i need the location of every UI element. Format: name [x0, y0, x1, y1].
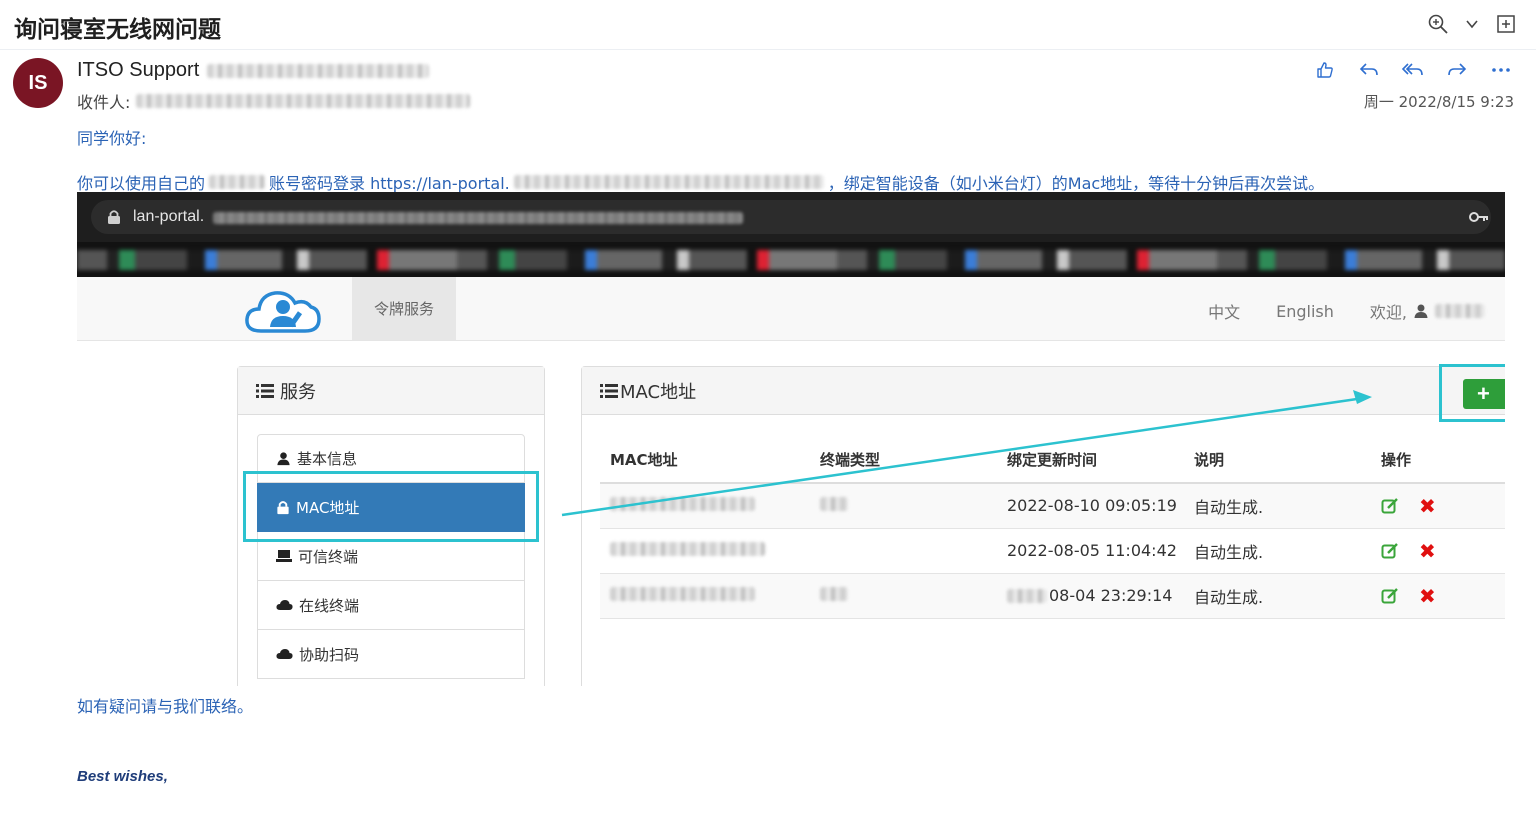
- avatar[interactable]: IS: [13, 58, 63, 108]
- col-header: 绑定更新时间: [997, 437, 1184, 484]
- table-row: 08-04 23:29:14 自动生成. ✖: [600, 573, 1505, 619]
- service-item-label: 在线终端: [299, 596, 360, 615]
- bookmarks-bar-redacted: [77, 242, 1505, 277]
- row-time: 08-04 23:29:14: [1049, 586, 1173, 605]
- email-date: 周一 2022/8/15 9:23: [1363, 93, 1514, 111]
- subject-bar: 询问寝室无线网问题: [0, 0, 1536, 50]
- email-subject: 询问寝室无线网问题: [14, 17, 221, 43]
- zoom-icon[interactable]: [1426, 12, 1450, 36]
- mac-panel-header: MAC地址: [582, 367, 1505, 415]
- para-part3: ，绑定智能设备（如小米台灯）的Mac地址，等待十分钟后再次尝试。: [827, 174, 1325, 193]
- key-icon: [1469, 212, 1488, 222]
- contact-text: 如有疑问请与我们联络。: [77, 697, 254, 716]
- to-label: 收件人:: [77, 93, 131, 112]
- message-actions: [1310, 58, 1516, 82]
- service-panel-header: 服务: [238, 367, 544, 415]
- reply-all-icon[interactable]: [1398, 58, 1428, 82]
- cloud-user-logo-icon: [245, 291, 321, 333]
- para-part2[interactable]: 账号密码登录 https://lan-portal.: [269, 170, 510, 194]
- service-item-label: 协助扫码: [299, 645, 360, 664]
- like-icon[interactable]: [1310, 58, 1340, 82]
- list-icon: [256, 383, 274, 398]
- service-panel-title: 服务: [280, 381, 316, 403]
- redacted-url-path: [213, 212, 743, 224]
- col-header: MAC地址: [600, 437, 810, 484]
- signoff-text: Best wishes,: [77, 768, 168, 785]
- browser-url-bar: lan-portal.: [77, 192, 1505, 242]
- para-part1: 你可以使用自己的: [77, 174, 206, 193]
- delete-icon[interactable]: ✖: [1419, 539, 1436, 563]
- mac-panel-title: MAC地址: [620, 381, 697, 403]
- redacted-year: [1007, 588, 1047, 603]
- redacted-recipient: [136, 94, 471, 108]
- redacted-mac: [610, 497, 755, 512]
- instruction-paragraph: 你可以使用自己的 账号密码登录 https://lan-portal. ，绑定智…: [77, 170, 1324, 194]
- welcome-user[interactable]: 欢迎,: [1370, 299, 1485, 323]
- mac-table-header-row: MAC地址 终端类型 绑定更新时间 说明 操作: [600, 437, 1505, 484]
- chevron-down-icon[interactable]: [1460, 12, 1484, 36]
- redacted-username: [1435, 304, 1485, 318]
- user-icon: [1414, 304, 1428, 318]
- cloud-icon: [276, 600, 293, 610]
- reply-icon[interactable]: [1354, 58, 1384, 82]
- nav-right: 中文 English 欢迎,: [1208, 299, 1485, 323]
- row-note: 自动生成.: [1184, 483, 1371, 529]
- more-icon[interactable]: [1486, 58, 1516, 82]
- lang-zh-link[interactable]: 中文: [1208, 299, 1240, 323]
- redacted-account: [209, 175, 266, 189]
- service-item-label: 可信终端: [298, 547, 359, 566]
- redacted-url: [513, 175, 824, 189]
- service-item-label: 基本信息: [297, 450, 358, 468]
- col-header: 说明: [1184, 437, 1371, 484]
- redacted-mac: [610, 542, 765, 556]
- url-text: lan-portal.: [133, 208, 205, 225]
- forward-icon[interactable]: [1442, 58, 1472, 82]
- sender-name[interactable]: ITSO Support: [77, 59, 199, 82]
- edit-icon[interactable]: [1381, 542, 1399, 560]
- mac-address-panel: MAC地址 + MAC地址 终端类型 绑定更新时间 说明 操作 2022-08-…: [581, 366, 1505, 686]
- tab-token-service[interactable]: 令牌服务: [352, 277, 456, 340]
- mac-table: MAC地址 终端类型 绑定更新时间 说明 操作 2022-08-10 09:05…: [600, 437, 1505, 619]
- laptop-icon: [276, 550, 292, 562]
- list-icon: [600, 383, 618, 398]
- embedded-screenshot: lan-portal. 令牌服务 中文 English 欢迎, 服务 基本信息 …: [77, 192, 1505, 686]
- service-item-online-terminal[interactable]: 在线终端: [257, 581, 525, 630]
- lang-en-link[interactable]: English: [1276, 302, 1334, 321]
- cloud-icon: [276, 649, 293, 659]
- edit-icon[interactable]: [1381, 497, 1399, 515]
- welcome-label: 欢迎,: [1369, 303, 1407, 322]
- greeting-text: 同学你好:: [77, 129, 147, 148]
- mac-menu-highlight-box: [243, 471, 539, 542]
- portal-navbar: 令牌服务 中文 English 欢迎,: [77, 277, 1505, 341]
- edit-icon[interactable]: [1381, 587, 1399, 605]
- row-note: 自动生成.: [1184, 528, 1371, 574]
- lock-icon: [108, 210, 120, 224]
- col-header: 操作: [1371, 437, 1505, 484]
- add-button-highlight-box: [1439, 364, 1505, 422]
- delete-icon[interactable]: ✖: [1419, 584, 1436, 608]
- row-time: 2022-08-10 09:05:19: [997, 483, 1184, 529]
- subject-tools: [1426, 12, 1518, 36]
- delete-icon[interactable]: ✖: [1419, 494, 1436, 518]
- table-row: 2022-08-10 09:05:19 自动生成. ✖: [600, 483, 1505, 529]
- sender-line: ITSO Support: [77, 59, 430, 82]
- service-item-assist-scan[interactable]: 协助扫码: [257, 630, 525, 679]
- redacted-terminal-type: [820, 587, 848, 601]
- row-time: 2022-08-05 11:04:42: [997, 528, 1184, 574]
- table-row: 2022-08-05 11:04:42 自动生成. ✖: [600, 528, 1505, 574]
- row-note: 自动生成.: [1184, 573, 1371, 619]
- expand-window-icon[interactable]: [1494, 12, 1518, 36]
- recipient-line: 收件人:: [77, 89, 471, 113]
- redacted-mac: [610, 587, 755, 601]
- col-header: 终端类型: [810, 437, 997, 484]
- redacted-sender-email: [207, 63, 430, 78]
- redacted-terminal-type: [820, 497, 848, 512]
- user-icon: [277, 452, 290, 466]
